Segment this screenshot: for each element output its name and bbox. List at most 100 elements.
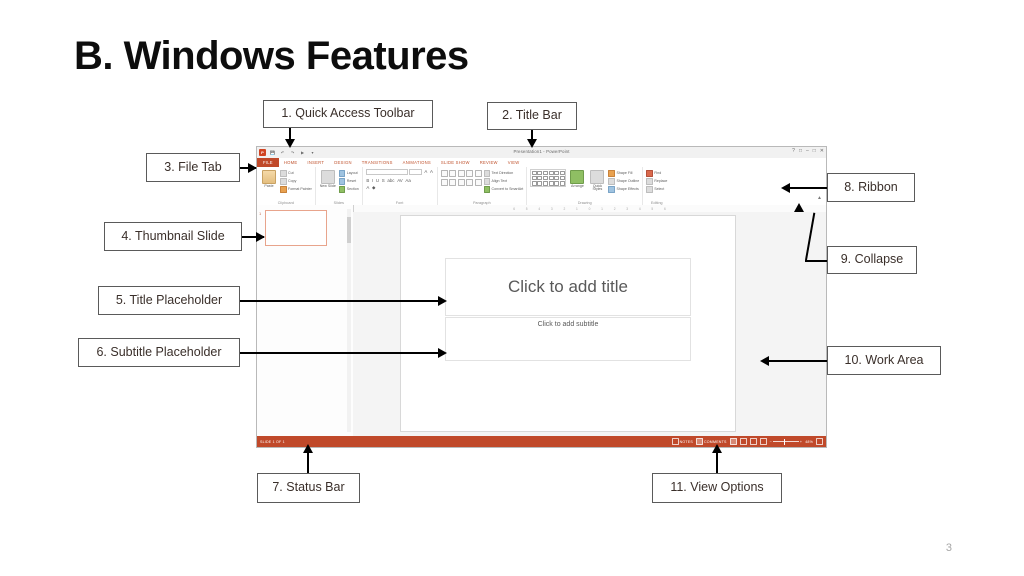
font-size-input[interactable]	[409, 169, 423, 175]
normal-view-icon[interactable]	[729, 438, 737, 445]
tab-insert[interactable]: INSERT	[302, 158, 329, 167]
shape-freeform-icon[interactable]	[537, 180, 543, 186]
shape-outline-button[interactable]: Shape Outline	[608, 178, 639, 185]
shape-curve-icon[interactable]	[537, 175, 543, 181]
shape-arrow-icon[interactable]	[543, 170, 549, 176]
subtitle-placeholder[interactable]: Click to add subtitle	[445, 317, 691, 361]
paste-button[interactable]: Paste	[260, 169, 278, 188]
restore-icon[interactable]: □	[813, 149, 816, 154]
tab-animations[interactable]: ANIMATIONS	[398, 158, 436, 167]
zoom-handle[interactable]	[783, 438, 786, 445]
columns-icon[interactable]	[474, 178, 482, 186]
help-icon[interactable]: ?	[792, 149, 795, 154]
shape-plus-icon[interactable]	[554, 180, 560, 186]
shape-more-icon[interactable]	[559, 170, 565, 176]
reset-button[interactable]: Reset	[338, 178, 359, 185]
shapes-gallery[interactable]	[530, 169, 567, 188]
slide-sorter-icon[interactable]	[739, 438, 747, 445]
tab-file[interactable]: FILE	[257, 158, 279, 167]
tab-review[interactable]: REVIEW	[475, 158, 503, 167]
format-painter-button[interactable]: Format Painter	[280, 186, 312, 193]
arrange-button[interactable]: Arrange	[568, 169, 586, 188]
align-center-icon[interactable]	[449, 178, 457, 186]
shape-connector-icon[interactable]	[543, 175, 549, 181]
shape-oval-icon[interactable]	[554, 170, 560, 176]
window-controls[interactable]: ? □ – □ ✕	[792, 149, 824, 154]
shape-rectangle-icon[interactable]	[531, 170, 537, 176]
layout-button[interactable]: Layout	[338, 170, 359, 177]
bold-button[interactable]: B	[366, 178, 370, 183]
bullets-icon[interactable]	[440, 170, 448, 177]
slide-thumbnail-pane[interactable]: 1	[257, 205, 354, 436]
work-area[interactable]: Click to add title Click to add subtitle	[353, 212, 826, 436]
ribbon-display-options-icon[interactable]: □	[799, 149, 802, 154]
shape-line-icon[interactable]	[537, 170, 543, 176]
strikethrough-button[interactable]: abc	[387, 178, 395, 183]
shape-star-icon[interactable]	[548, 175, 554, 181]
zoom-level-label[interactable]: 48%	[805, 440, 813, 444]
title-placeholder[interactable]: Click to add title	[445, 258, 691, 316]
close-icon[interactable]: ✕	[820, 149, 824, 154]
align-left-icon[interactable]	[440, 178, 448, 186]
thumbnail-scrollbar[interactable]	[347, 209, 351, 432]
shape-bracket-icon[interactable]	[548, 180, 554, 186]
thumbnail-scrollbar-thumb[interactable]	[347, 217, 351, 243]
decrease-indent-icon[interactable]	[457, 170, 465, 177]
align-text-button[interactable]: Align Text	[483, 178, 524, 185]
collapse-ribbon-button[interactable]: ▲	[817, 196, 822, 201]
zoom-in-button[interactable]: +	[800, 440, 802, 444]
slide-editing-canvas[interactable]: Click to add title Click to add subtitle	[400, 215, 736, 432]
line-spacing-icon[interactable]	[474, 170, 482, 177]
section-button[interactable]: Section	[338, 186, 359, 193]
underline-button[interactable]: U	[375, 178, 379, 183]
increase-indent-icon[interactable]	[466, 170, 474, 177]
font-color-icon[interactable]: A	[366, 185, 370, 190]
zoom-slider[interactable]: − +	[770, 438, 803, 445]
zoom-track[interactable]	[772, 438, 799, 445]
zoom-out-button[interactable]: −	[770, 440, 772, 444]
shape-misc-icon[interactable]	[559, 180, 565, 186]
select-button[interactable]: Select	[646, 186, 667, 193]
tab-design[interactable]: DESIGN	[329, 158, 357, 167]
decrease-font-size-icon[interactable]: A	[429, 169, 433, 174]
shape-banner-icon[interactable]	[559, 175, 565, 181]
shape-effects-button[interactable]: Shape Effects	[608, 186, 639, 193]
slide-thumbnail-1[interactable]	[265, 210, 327, 246]
shape-square-icon[interactable]	[548, 170, 554, 176]
new-slide-button[interactable]: New Slide	[319, 169, 337, 188]
change-case-button[interactable]: Aa	[405, 178, 412, 183]
align-right-icon[interactable]	[457, 178, 465, 186]
tab-home[interactable]: HOME	[279, 158, 303, 167]
text-direction-button[interactable]: Text Direction	[483, 170, 524, 177]
fit-to-window-icon[interactable]	[816, 438, 823, 445]
justify-icon[interactable]	[466, 178, 474, 186]
numbering-icon[interactable]	[449, 170, 457, 177]
tab-view[interactable]: VIEW	[503, 158, 525, 167]
find-button[interactable]: Find	[646, 170, 667, 177]
notes-button[interactable]: NOTES	[671, 438, 693, 445]
shape-triangle-icon[interactable]	[531, 175, 537, 181]
shadow-button[interactable]: S	[381, 178, 385, 183]
tab-transitions[interactable]: TRANSITIONS	[357, 158, 398, 167]
slide-show-icon[interactable]	[759, 438, 767, 445]
reading-view-icon[interactable]	[749, 438, 757, 445]
clear-formatting-icon[interactable]: ◆	[371, 185, 376, 190]
shape-flowchart-icon[interactable]	[531, 180, 537, 186]
increase-font-size-icon[interactable]: A	[424, 169, 428, 174]
italic-button[interactable]: I	[371, 178, 373, 183]
character-spacing-button[interactable]: AV	[397, 178, 404, 183]
quick-styles-button[interactable]: Quick Styles	[588, 169, 606, 192]
shape-fill-button[interactable]: Shape Fill	[608, 170, 639, 177]
replace-button[interactable]: Replace	[646, 178, 667, 185]
status-bar[interactable]: SLIDE 1 OF 1 NOTES COMMENTS − + 48%	[257, 436, 826, 447]
view-options[interactable]: NOTES COMMENTS − + 48%	[671, 438, 826, 445]
minimize-icon[interactable]: –	[806, 149, 809, 154]
cut-button[interactable]: Cut	[280, 170, 312, 177]
font-name-input[interactable]	[365, 169, 408, 175]
shape-scribble-icon[interactable]	[543, 180, 549, 186]
copy-button[interactable]: Copy	[280, 178, 312, 185]
shape-callout-icon[interactable]	[554, 175, 560, 181]
ribbon[interactable]: Paste Cut Copy Format Painter Clipboard …	[257, 167, 826, 206]
tab-slide-show[interactable]: SLIDE SHOW	[436, 158, 475, 167]
convert-to-smartart-button[interactable]: Convert to SmartArt	[483, 186, 523, 193]
